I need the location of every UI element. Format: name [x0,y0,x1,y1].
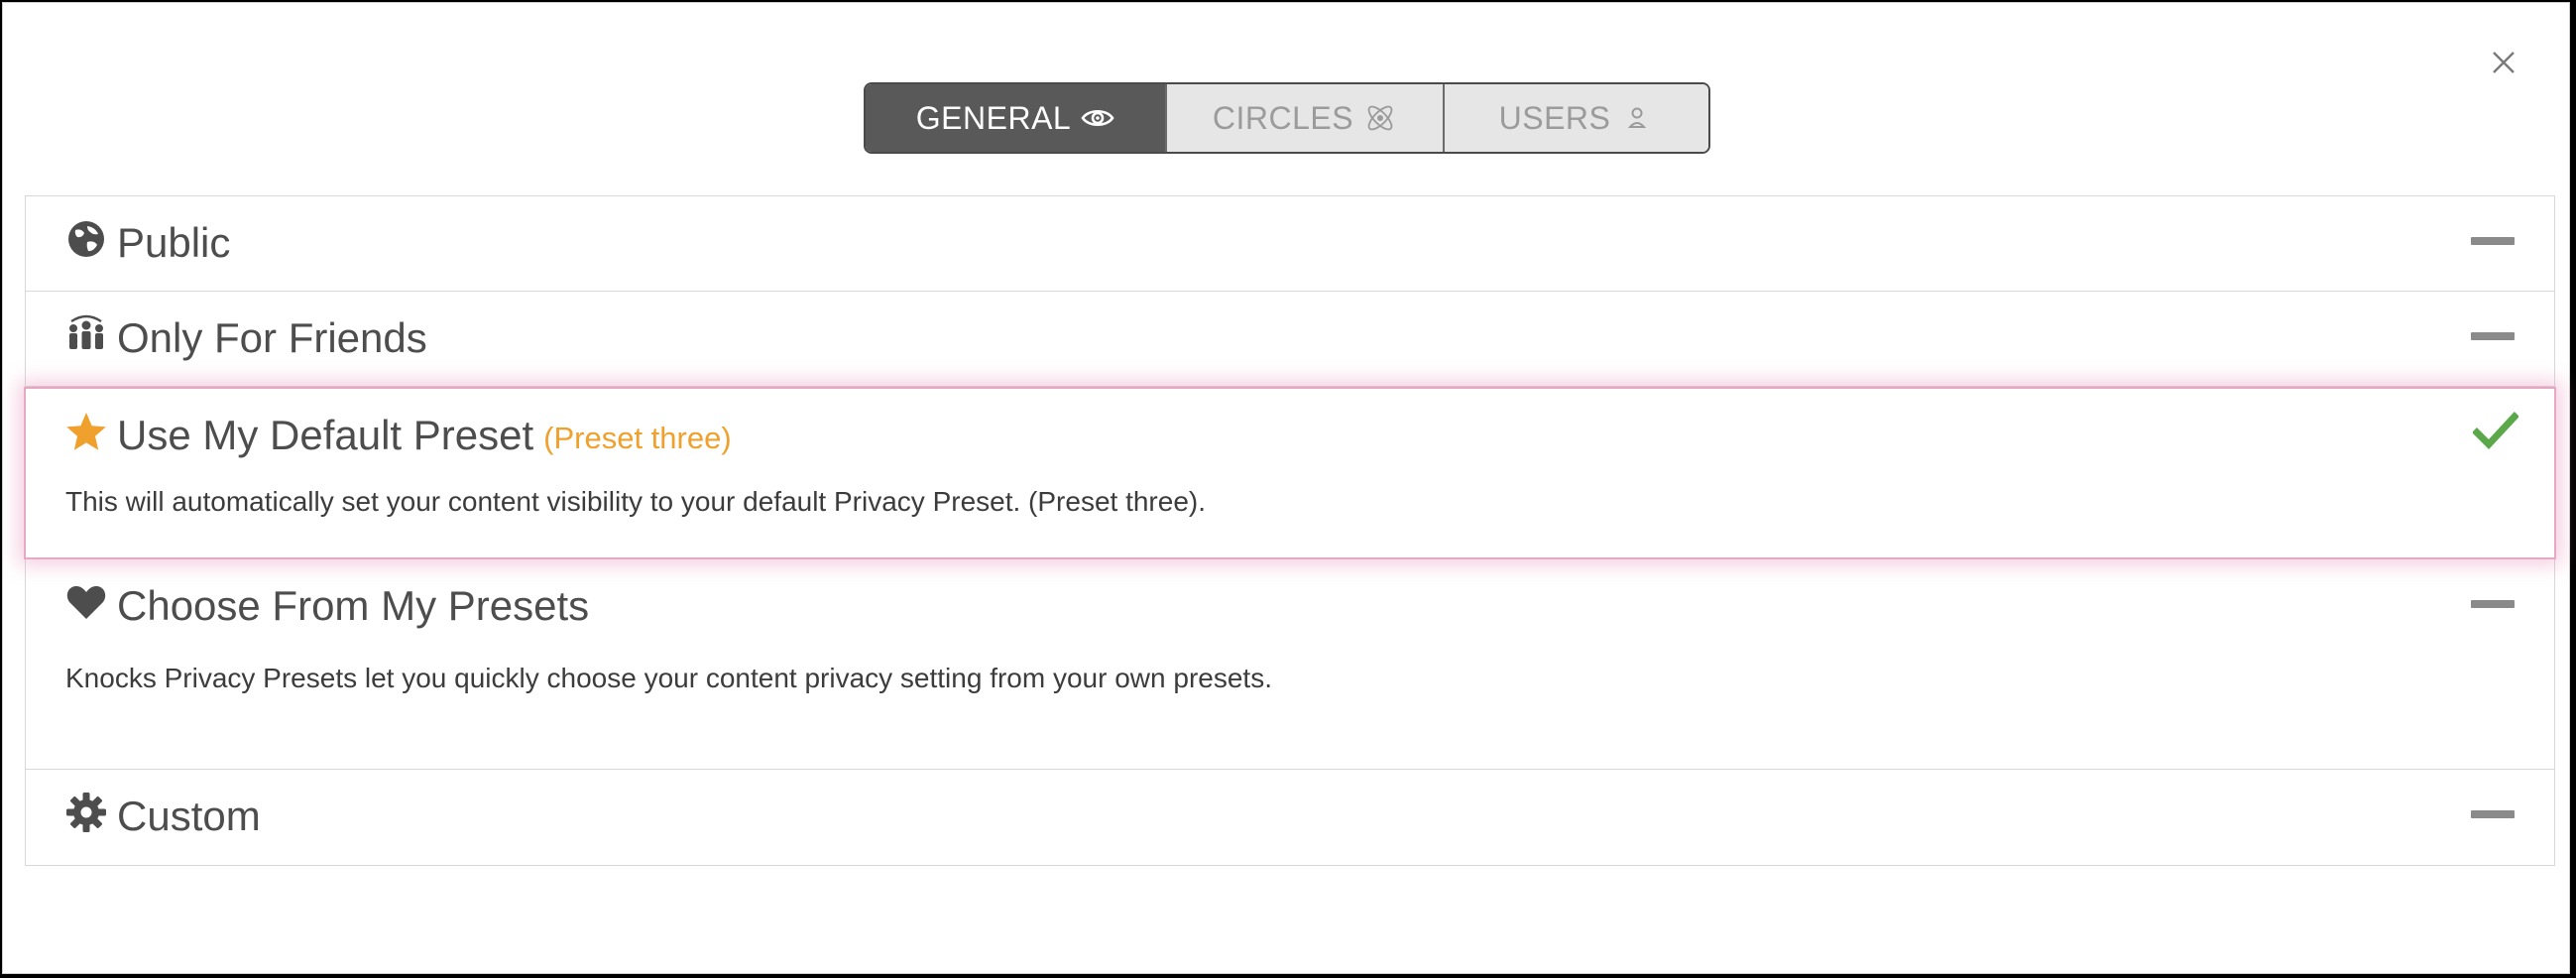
option-default-preset-header: Use My Default Preset (Preset three) [26,389,2554,482]
tab-users[interactable]: USERS [1443,84,1708,152]
option-custom[interactable]: Custom [26,770,2554,865]
people-icon [65,313,107,355]
option-public[interactable]: Public [26,196,2554,292]
user-icon [1620,101,1654,135]
atom-icon [1363,101,1397,135]
tab-circles[interactable]: CIRCLES [1165,84,1443,152]
privacy-options-list: Public Only For Friends Use My Default P… [24,195,2556,866]
option-friends-title: Only For Friends [117,314,427,361]
collapse-indicator [2471,332,2515,340]
checkmark-icon [2473,411,2518,452]
star-icon [65,411,107,452]
option-choose-presets-title: Choose From My Presets [117,582,590,629]
privacy-modal: GENERAL CIRCLES USERS Public Only For Fr… [2,2,2570,974]
gear-icon [65,792,107,833]
option-only-for-friends[interactable]: Only For Friends [26,292,2554,387]
tab-general-label: GENERAL [915,99,1072,136]
collapse-indicator [2471,237,2515,245]
option-default-preset-title: Use My Default Preset [117,412,534,458]
heart-icon [65,581,107,623]
tab-general[interactable]: GENERAL [866,84,1165,152]
tab-users-label: USERS [1498,99,1611,136]
option-choose-presets-header: Choose From My Presets [26,559,2554,653]
option-choose-presets-description: Knocks Privacy Presets let you quickly c… [65,663,1272,693]
option-choose-presets[interactable]: Choose From My Presets Knocks Privacy Pr… [26,559,2554,770]
collapse-indicator [2471,810,2515,818]
option-custom-title: Custom [117,793,261,839]
option-default-preset-subtitle: (Preset three) [543,421,732,455]
option-public-title: Public [117,219,231,266]
option-public-header: Public [26,196,2554,290]
tab-circles-label: CIRCLES [1212,99,1354,136]
collapse-indicator [2471,600,2515,608]
globe-icon [65,218,107,260]
eye-icon [1081,101,1114,135]
option-custom-header: Custom [26,770,2554,863]
option-default-preset-description: This will automatically set your content… [65,486,1206,517]
close-icon[interactable] [2486,45,2521,80]
visibility-tabs: GENERAL CIRCLES USERS [864,82,1710,154]
option-friends-header: Only For Friends [26,292,2554,385]
option-default-preset[interactable]: Use My Default Preset (Preset three) Thi… [24,387,2556,559]
